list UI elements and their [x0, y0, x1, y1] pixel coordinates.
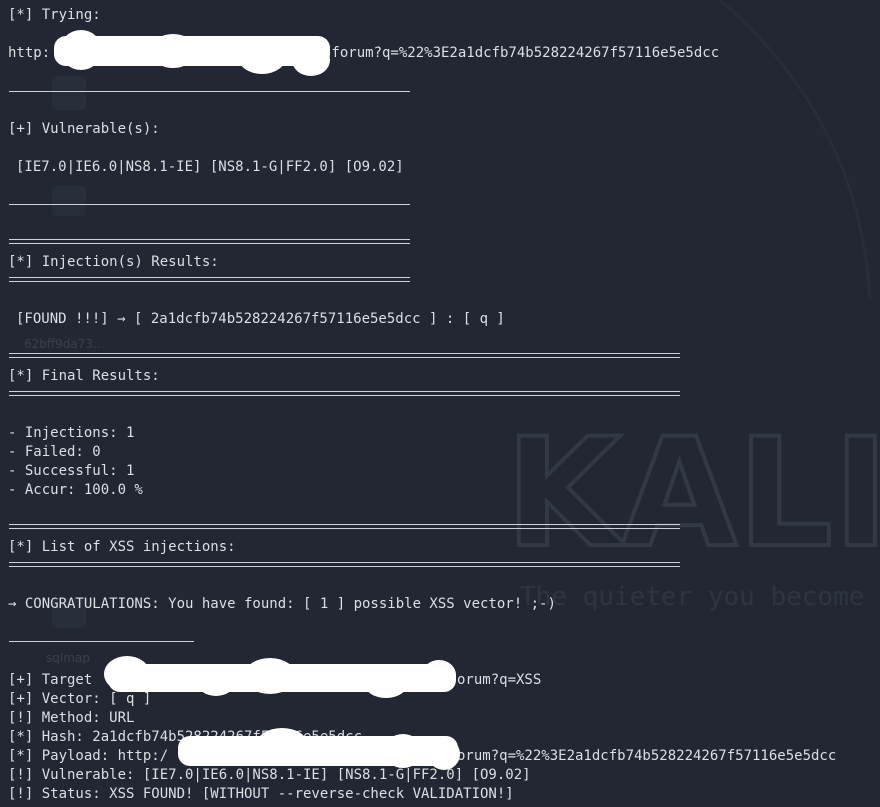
stat-accuracy: - Accur: 100.0 %	[8, 482, 143, 498]
trying-url-prefix: http:	[8, 45, 51, 61]
kali-tagline: The quieter you become	[520, 582, 864, 612]
target-suffix: orum?q=XSS	[457, 672, 542, 688]
desktop-icon	[52, 186, 86, 216]
congrats-line: → CONGRATULATIONS: You have found: [ 1 ]…	[8, 596, 556, 612]
double-separator	[9, 239, 410, 244]
separator	[9, 91, 410, 92]
double-separator	[9, 277, 410, 282]
payload-suffix: orum?q=%22%3E2a1dcfb74b528224267f57116e5…	[457, 748, 837, 764]
desktop-icon-label-sqlmap: sqlmap	[46, 651, 90, 665]
payload-prefix: [*] Payload: http:/	[8, 748, 169, 764]
stat-injections: - Injections: 1	[8, 425, 135, 441]
separator	[9, 641, 194, 642]
kali-logo-text: KALI	[505, 407, 880, 581]
kali-dragon-curve	[719, 0, 872, 301]
desktop-icon-label-hash: 62bff9da73...	[24, 337, 104, 351]
method-line: [!] Method: URL	[8, 710, 135, 726]
status-line: [!] Status: XSS FOUND! [WITHOUT --revers…	[8, 786, 514, 802]
stat-failed: - Failed: 0	[8, 444, 101, 460]
double-separator	[9, 391, 680, 396]
double-separator	[9, 524, 680, 529]
separator	[9, 204, 410, 205]
vector-line: [+] Vector: [ q ]	[8, 691, 152, 707]
trying-header: [*] Trying:	[8, 7, 101, 23]
target-prefix: [+] Target	[8, 672, 93, 688]
vulnerable-header: [+] Vulnerable(s):	[8, 121, 160, 137]
terminal-window[interactable]: KALI The quieter you become 62bff9da73..…	[0, 0, 880, 807]
double-separator	[9, 562, 680, 567]
stat-successful: - Successful: 1	[8, 463, 135, 479]
desktop-icon	[52, 76, 86, 110]
trying-url-suffix: /forum?q=%22%3E2a1dcfb74b528224267f57116…	[323, 45, 720, 61]
vulnerable-list: [IE7.0|IE6.0|NS8.1-IE] [NS8.1-G|FF2.0] […	[16, 159, 404, 175]
xss-list-header: [*] List of XSS injections:	[8, 539, 236, 555]
injection-results-header: [*] Injection(s) Results:	[8, 254, 219, 270]
vulnerable-line: [!] Vulnerable: [IE7.0|IE6.0|NS8.1-IE] […	[8, 767, 531, 783]
double-separator	[9, 353, 680, 358]
final-results-header: [*] Final Results:	[8, 368, 160, 384]
found-line: [FOUND !!!] → [ 2a1dcfb74b528224267f5711…	[16, 311, 505, 327]
